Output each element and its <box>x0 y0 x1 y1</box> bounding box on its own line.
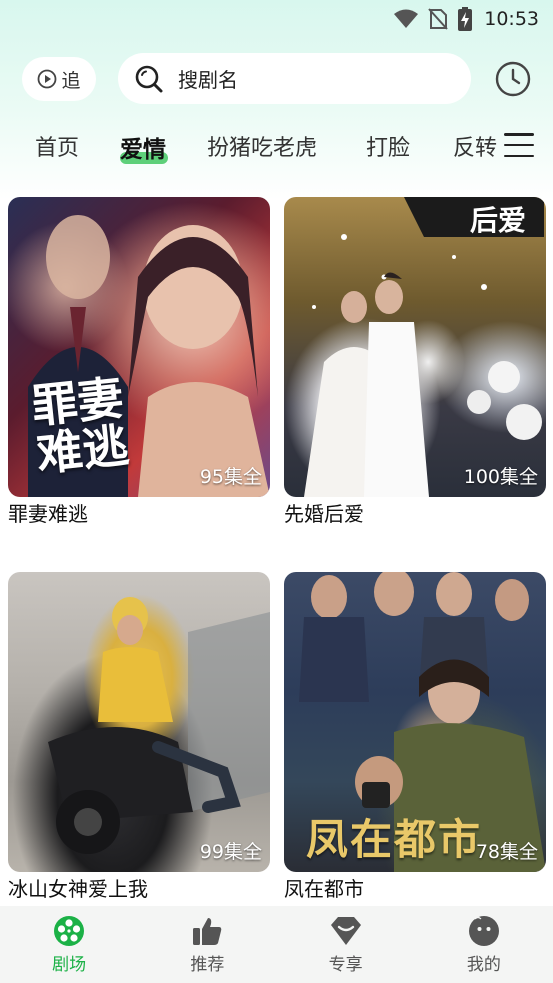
tab-face-slap[interactable]: 打脸 <box>366 130 410 162</box>
tab-underdog[interactable]: 扮猪吃老虎 <box>207 130 317 162</box>
clock-icon <box>495 61 531 97</box>
drama-card[interactable]: 99集全 冰山女神爱上我 <box>8 572 270 902</box>
nav-theater[interactable]: 剧场 <box>0 906 138 983</box>
battery-charging-icon <box>458 7 473 31</box>
nav-exclusive[interactable]: 专享 <box>277 906 415 983</box>
tab-home[interactable]: 首页 <box>35 130 79 162</box>
drama-card[interactable]: 罪妻难逃 95集全 罪妻难逃 <box>8 197 270 527</box>
status-bar: 10:53 <box>0 0 553 38</box>
drama-poster[interactable]: 99集全 <box>8 572 270 872</box>
nav-recommend[interactable]: 推荐 <box>138 906 276 983</box>
thumbs-up-icon <box>193 918 222 945</box>
category-menu-button[interactable] <box>504 130 534 160</box>
drama-title[interactable]: 凤在都市 <box>284 876 546 902</box>
nav-mine[interactable]: 我的 <box>415 906 553 983</box>
tab-romance[interactable]: 爱情 <box>120 130 166 164</box>
nav-label: 我的 <box>466 955 501 975</box>
tab-reversal[interactable]: 反转 <box>453 130 497 162</box>
drama-card[interactable]: 后爱 100集全 先婚后爱 <box>284 197 546 527</box>
search-icon <box>135 65 163 92</box>
episode-count: 99集全 <box>199 841 262 863</box>
play-circle-icon <box>38 69 57 89</box>
drama-title[interactable]: 冰山女神爱上我 <box>8 876 270 902</box>
category-tabs: 首页 爱情 扮猪吃老虎 打脸 反转 <box>0 126 500 170</box>
drama-poster[interactable]: 后爱 100集全 <box>284 197 546 497</box>
episode-count: 78集全 <box>475 841 538 863</box>
drama-poster[interactable]: 凤在都市 78集全 <box>284 572 546 872</box>
follow-button[interactable]: 追 <box>22 57 96 101</box>
menu-icon-line <box>504 133 534 136</box>
follow-label: 追 <box>61 69 81 92</box>
poster-art <box>48 597 270 854</box>
nav-label: 专享 <box>328 955 363 975</box>
diamond-icon <box>330 917 361 945</box>
film-reel-icon <box>54 916 85 946</box>
wifi-icon <box>394 9 419 28</box>
no-sim-icon <box>428 8 448 30</box>
poster-art <box>304 197 544 497</box>
drama-title[interactable]: 罪妻难逃 <box>8 501 270 527</box>
poster-title-art: 凤在都市 <box>306 815 483 864</box>
face-icon <box>468 916 499 946</box>
drama-poster[interactable]: 罪妻难逃 95集全 <box>8 197 270 497</box>
history-button[interactable] <box>494 60 532 98</box>
menu-icon-line <box>504 154 534 157</box>
episode-count: 95集全 <box>199 466 262 488</box>
poster-title-art: 后爱 <box>469 204 526 237</box>
drama-title[interactable]: 先婚后爱 <box>284 501 546 527</box>
nav-label: 推荐 <box>190 955 225 975</box>
drama-card[interactable]: 凤在都市 78集全 凤在都市 <box>284 572 546 902</box>
search-placeholder: 搜剧名 <box>178 68 238 92</box>
nav-label: 剧场 <box>52 955 87 975</box>
bottom-nav: 剧场 推荐 专享 我的 <box>0 906 553 983</box>
status-time: 10:53 <box>484 8 539 30</box>
menu-icon-line <box>504 143 534 147</box>
poster-title-art: 罪妻难逃 <box>28 370 132 482</box>
search-input[interactable]: 搜剧名 <box>118 53 471 104</box>
episode-count: 100集全 <box>463 466 538 488</box>
